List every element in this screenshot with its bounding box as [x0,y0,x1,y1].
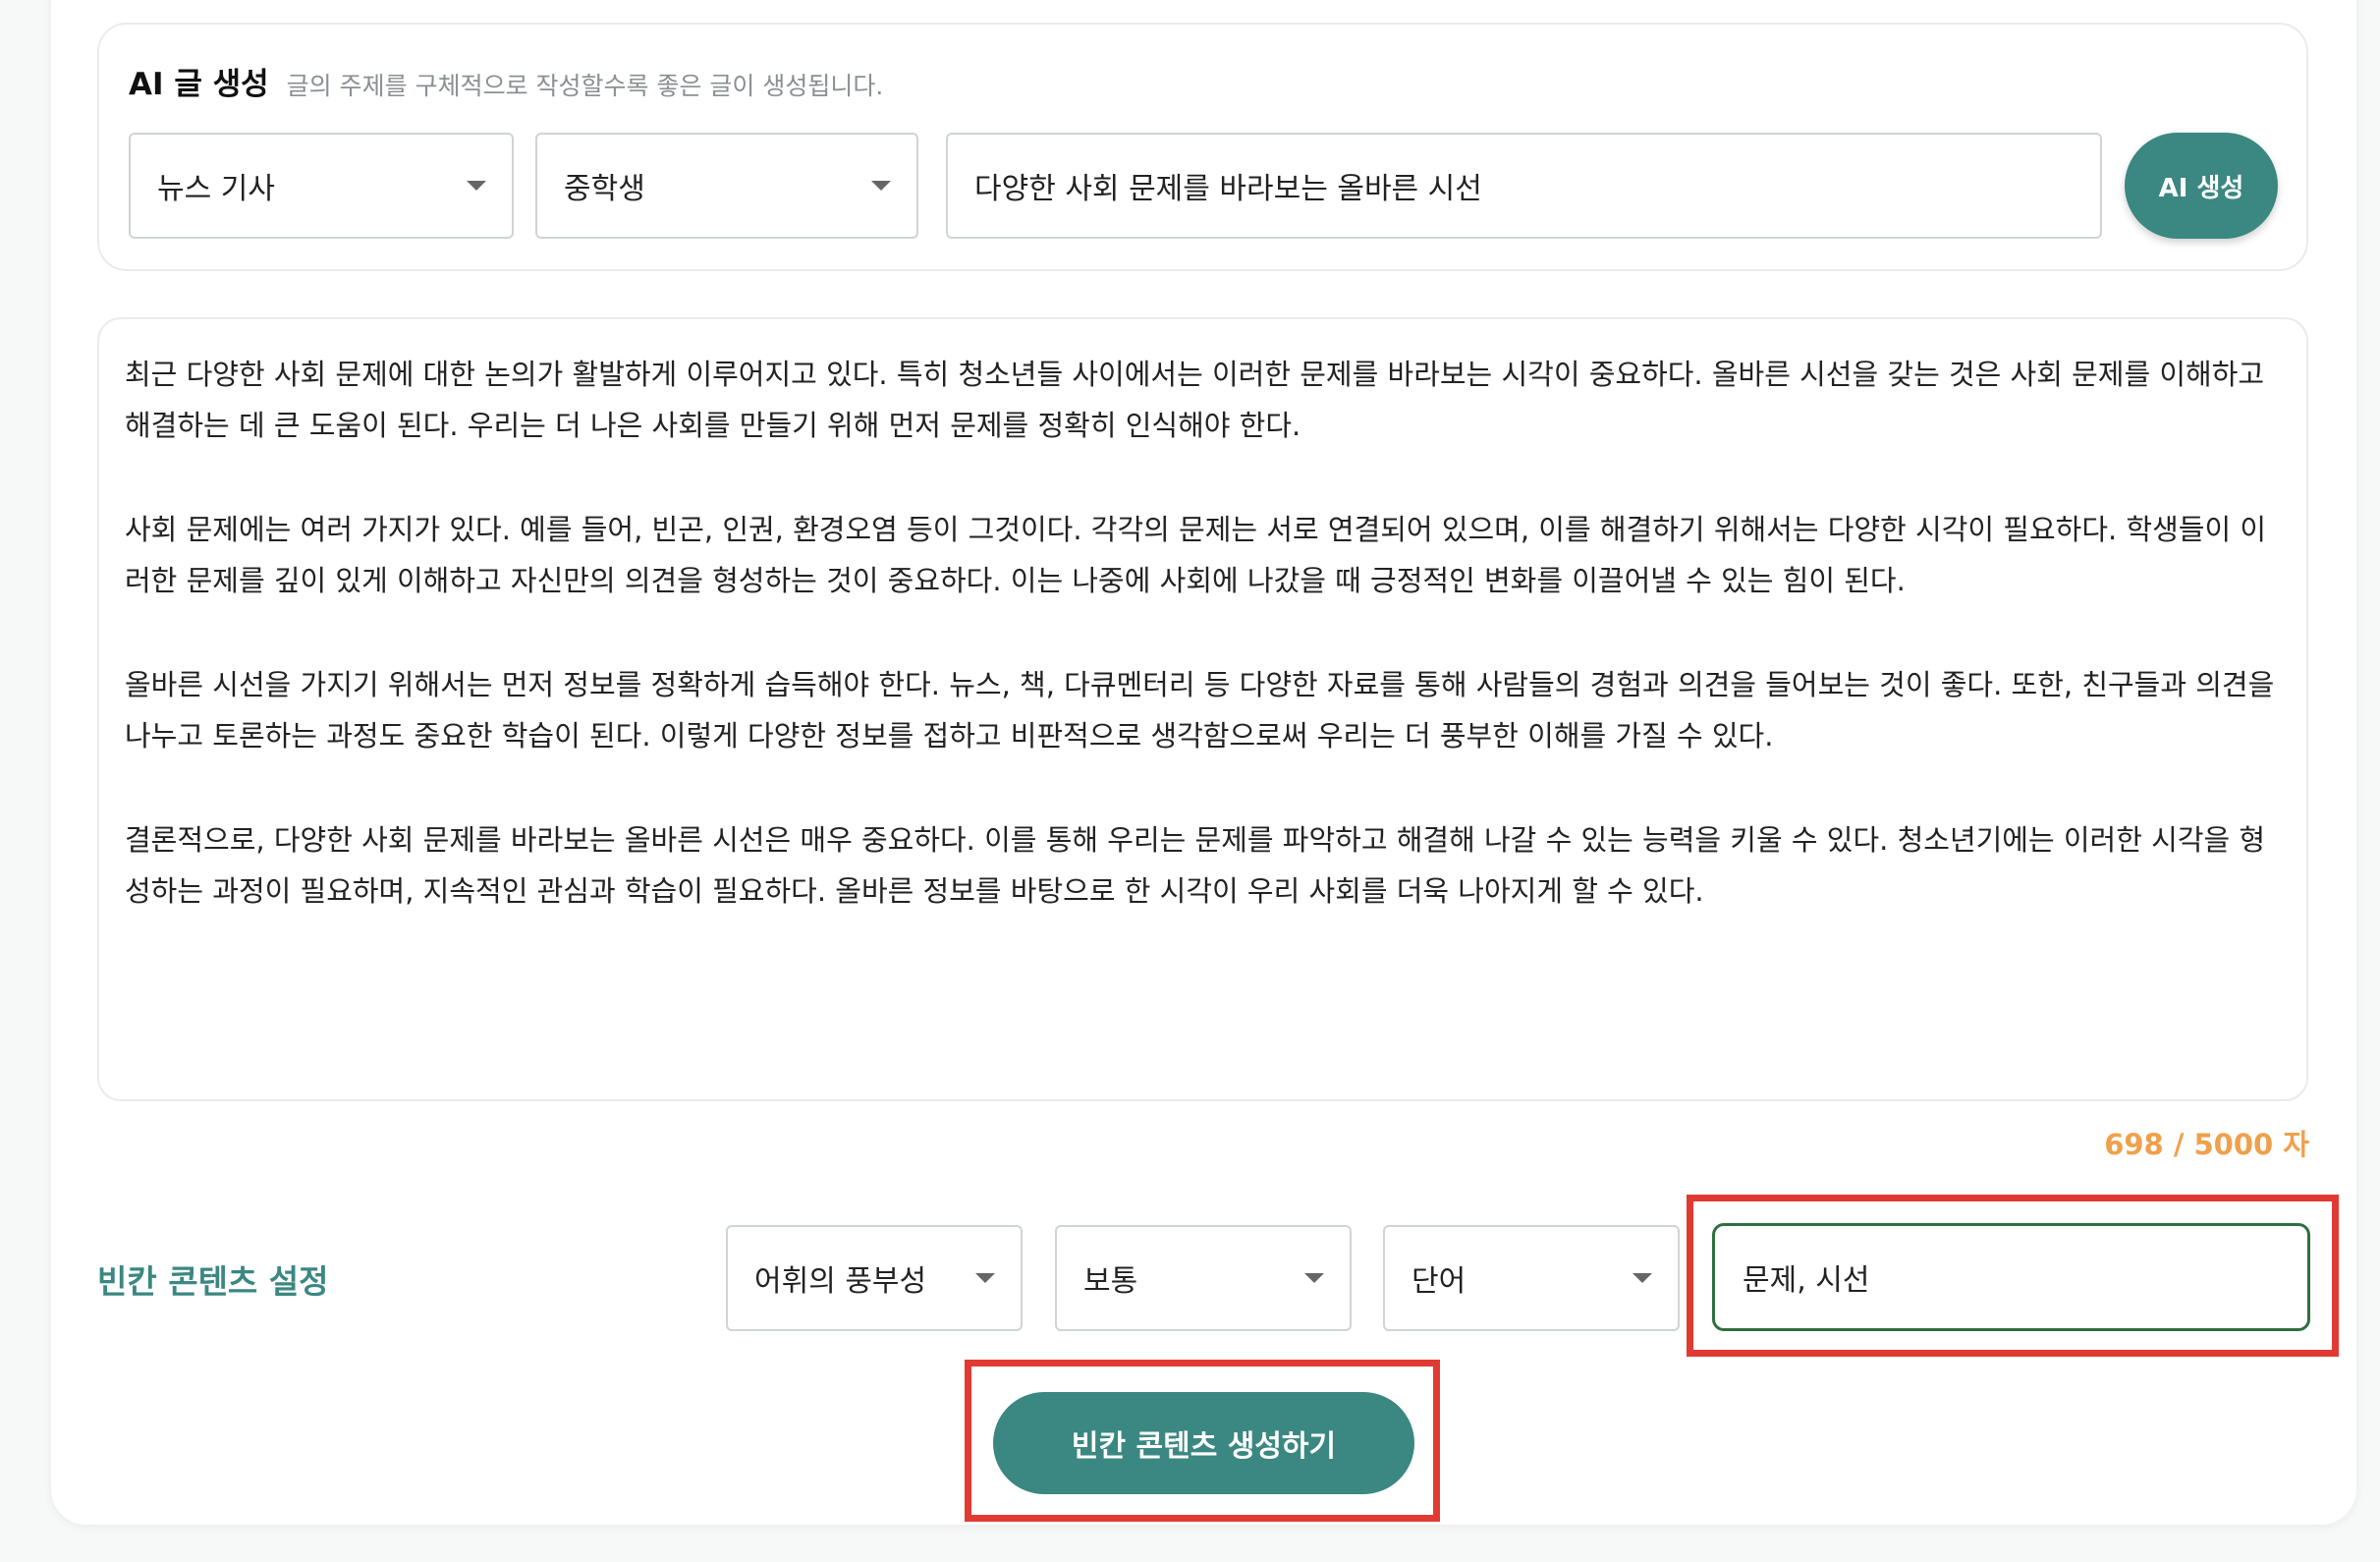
chevron-down-icon [1633,1273,1652,1283]
ai-generation-title: AI 글 생성 [129,67,269,102]
ai-generation-subtitle: 글의 주제를 구체적으로 작성할수록 좋은 글이 생성됩니다. [286,72,884,100]
content-paragraph: 결론적으로, 다양한 사회 문제를 바라보는 올바른 시선은 매우 중요하다. … [125,823,2266,908]
topic-input-value: 다양한 사회 문제를 바라보는 올바른 시선 [974,172,1482,206]
criteria-select[interactable]: 어휘의 풍부성 [726,1225,1023,1331]
unit-select-value: 단어 [1411,1264,1467,1299]
content-paragraph: 최근 다양한 사회 문제에 대한 논의가 활발하게 이루어지고 있다. 특히 청… [125,358,2265,442]
ai-generation-header: AI 글 생성 글의 주제를 구체적으로 작성할수록 좋은 글이 생성됩니다. [129,59,883,102]
content-paragraph: 사회 문제에는 여러 가지가 있다. 예를 들어, 빈곤, 인권, 환경오염 등… [125,513,2267,597]
highlight-box-keywords [1687,1195,2339,1357]
chevron-down-icon [1304,1273,1324,1283]
character-count: 698 / 5000 자 [2104,1128,2309,1161]
difficulty-select-value: 보통 [1083,1264,1138,1299]
unit-select[interactable]: 단어 [1383,1225,1680,1331]
highlight-box-generate [965,1360,1440,1522]
topic-input[interactable]: 다양한 사회 문제를 바라보는 올바른 시선 [946,133,2102,239]
content-paragraph: 올바른 시선을 가지기 위해서는 먼저 정보를 정확하게 습득해야 한다. 뉴스… [125,668,2275,753]
generated-content-area[interactable]: 최근 다양한 사회 문제에 대한 논의가 활발하게 이루어지고 있다. 특히 청… [97,317,2308,1101]
chevron-down-icon [871,181,891,191]
genre-select-value: 뉴스 기사 [157,172,275,206]
chevron-down-icon [467,181,486,191]
ai-generate-button[interactable]: AI 생성 [2125,133,2278,239]
level-select[interactable]: 중학생 [535,133,918,239]
level-select-value: 중학생 [564,172,645,206]
difficulty-select[interactable]: 보통 [1055,1225,1352,1331]
genre-select[interactable]: 뉴스 기사 [129,133,514,239]
blank-settings-label: 빈칸 콘텐츠 설정 [97,1262,329,1301]
criteria-select-value: 어휘의 풍부성 [754,1264,927,1299]
chevron-down-icon [975,1273,995,1283]
